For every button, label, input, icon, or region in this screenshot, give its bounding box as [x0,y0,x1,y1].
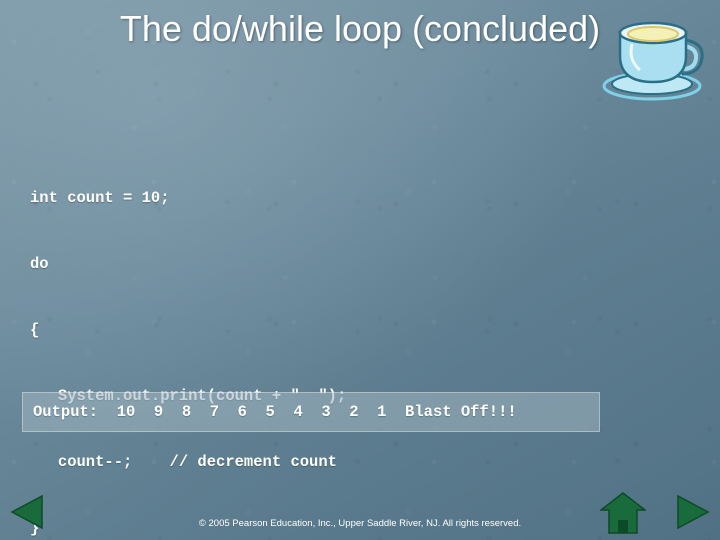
code-line: { [30,321,40,339]
code-line: int count = 10; [30,189,170,207]
output-box: Output: 10 9 8 7 6 5 4 3 2 1 Blast Off!!… [22,392,600,432]
code-block: int count = 10; do { System.out.print(co… [30,143,690,540]
output-text: Output: 10 9 8 7 6 5 4 3 2 1 Blast Off!!… [33,403,517,421]
slide: The do/while loop (concluded) int count … [0,0,720,540]
home-slide-button[interactable] [600,490,646,536]
page-title: The do/while loop (concluded) [119,8,601,49]
next-slide-button[interactable] [672,492,712,532]
previous-slide-button[interactable] [8,492,48,532]
code-line: do [30,255,49,273]
code-line: count--; // decrement count [30,453,337,471]
